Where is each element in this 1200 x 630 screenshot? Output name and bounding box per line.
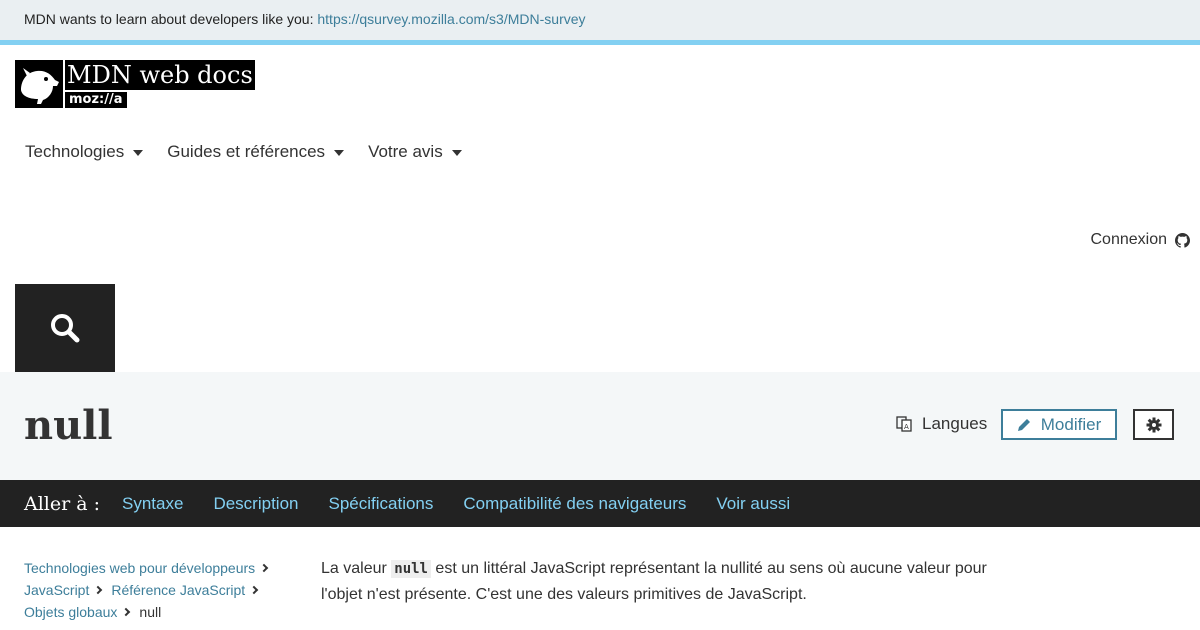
breadcrumb-global-objects[interactable]: Objets globaux — [24, 601, 117, 623]
login-link[interactable]: Connexion — [1091, 231, 1190, 249]
jump-link-see-also[interactable]: Voir aussi — [716, 494, 790, 514]
logo-title: MDN web docs — [65, 60, 255, 90]
caret-down-icon — [133, 150, 144, 156]
jump-bar: Aller à : Syntaxe Description Spécificat… — [0, 480, 1200, 527]
main-nav: Technologies Guides et références Votre … — [25, 142, 486, 162]
jump-link-syntax[interactable]: Syntaxe — [122, 494, 183, 514]
translate-icon: A — [896, 416, 912, 432]
jump-link-compatibility[interactable]: Compatibilité des navigateurs — [463, 494, 686, 514]
chevron-right-icon — [249, 585, 259, 595]
gear-icon — [1146, 417, 1161, 432]
chevron-right-icon — [94, 585, 103, 595]
search-button[interactable] — [15, 284, 115, 372]
title-band: null A Langues Modifier — [0, 372, 1200, 480]
chevron-right-icon — [122, 607, 131, 617]
edit-button[interactable]: Modifier — [1001, 409, 1117, 440]
article-intro: La valeur null est un littéral JavaScrip… — [321, 556, 1001, 607]
nav-guides[interactable]: Guides et références — [167, 142, 345, 162]
nav-feedback[interactable]: Votre avis — [368, 142, 462, 162]
dino-icon — [15, 60, 63, 108]
jump-link-specifications[interactable]: Spécifications — [329, 494, 434, 514]
chevron-right-icon — [259, 563, 269, 573]
intro-paragraph: La valeur null est un littéral JavaScrip… — [321, 560, 987, 603]
survey-banner: MDN wants to learn about developers like… — [0, 0, 1200, 40]
caret-down-icon — [451, 150, 462, 156]
nav-technologies[interactable]: Technologies — [25, 142, 144, 162]
breadcrumb-js-reference[interactable]: Référence JavaScript — [111, 579, 245, 601]
breadcrumb-current: null — [139, 604, 162, 620]
survey-message: MDN wants to learn about developers like… — [24, 11, 586, 27]
page-title: null — [24, 402, 113, 449]
inline-code: null — [391, 560, 431, 578]
github-icon — [1175, 232, 1190, 248]
search-icon — [51, 314, 80, 343]
mozilla-wordmark: moz://a — [65, 92, 127, 108]
mdn-logo[interactable]: MDN web docs moz://a — [15, 60, 255, 108]
caret-down-icon — [334, 150, 345, 156]
languages-button[interactable]: A Langues — [896, 414, 987, 434]
breadcrumb: Technologies web pour développeurs JavaS… — [24, 557, 294, 623]
survey-link[interactable]: https://qsurvey.mozilla.com/s3/MDN-surve… — [317, 11, 585, 27]
svg-text:A: A — [904, 423, 909, 431]
jump-link-description[interactable]: Description — [213, 494, 298, 514]
settings-button[interactable] — [1133, 409, 1174, 440]
jump-label: Aller à : — [24, 492, 101, 515]
banner-accent-bar — [0, 40, 1200, 45]
breadcrumb-web-tech[interactable]: Technologies web pour développeurs — [24, 557, 255, 579]
breadcrumb-javascript[interactable]: JavaScript — [24, 579, 89, 601]
pencil-icon — [1017, 418, 1030, 431]
